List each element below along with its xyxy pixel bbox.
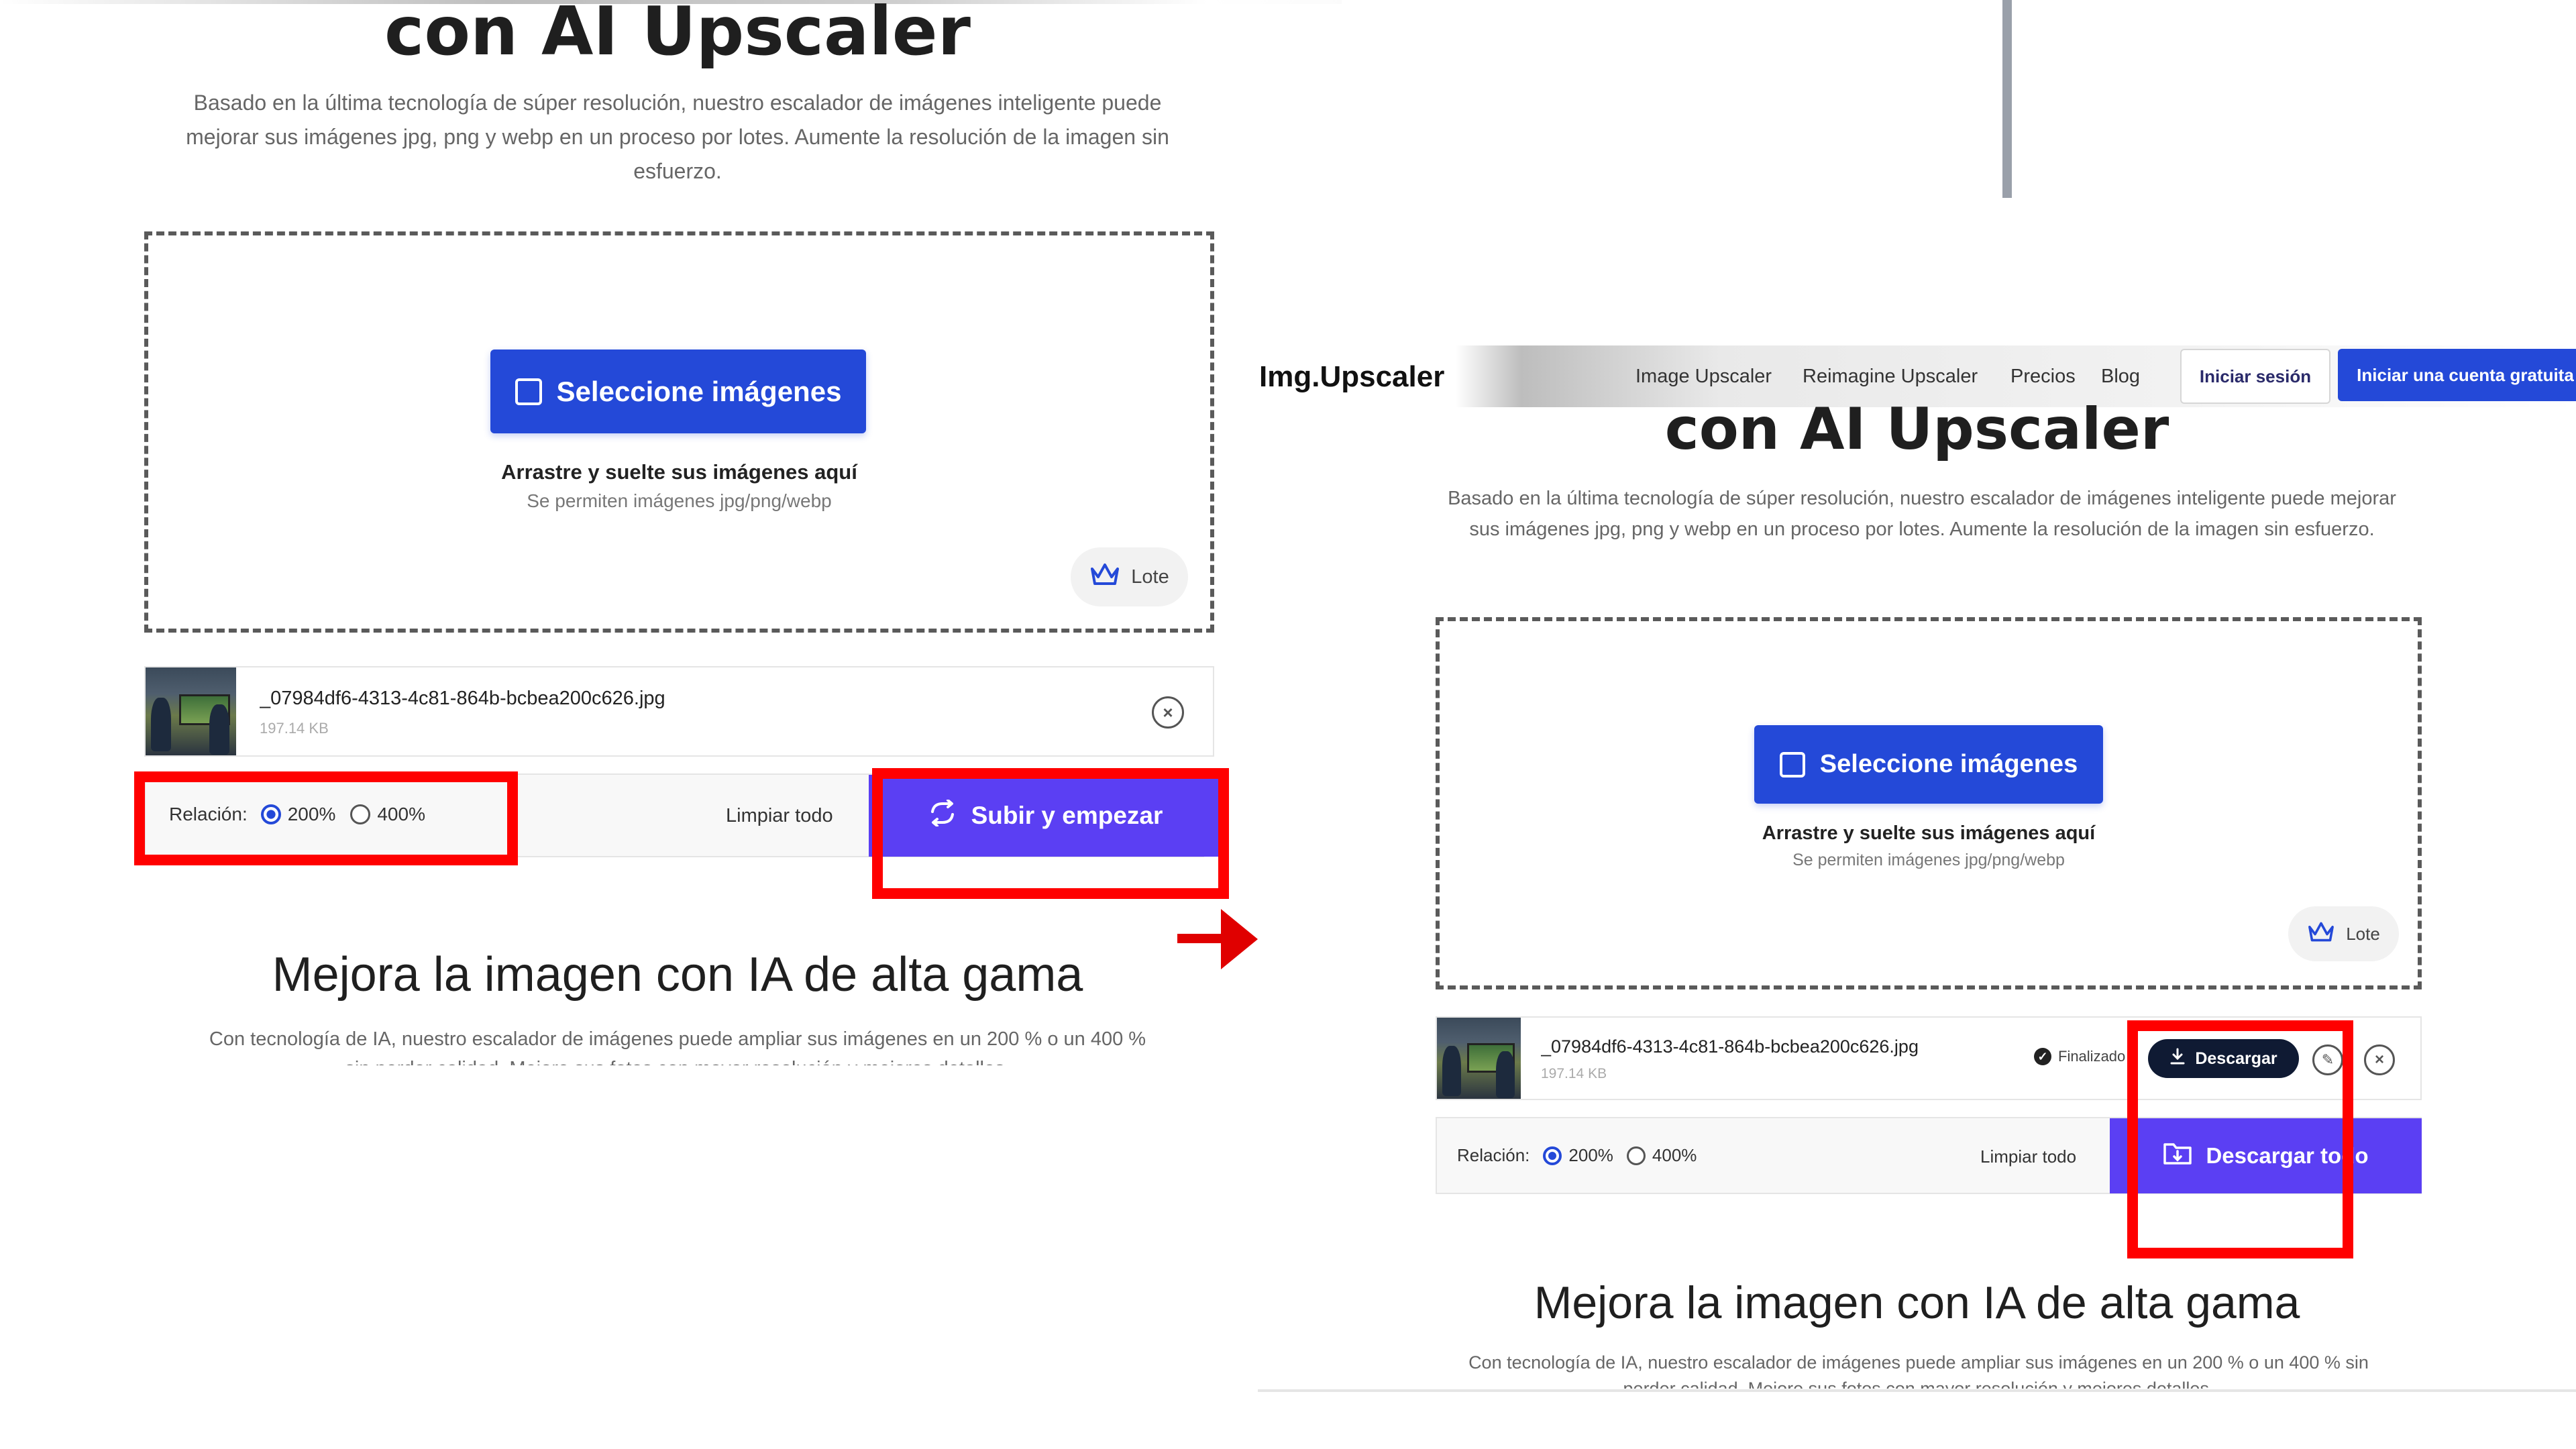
- nav-link-blog[interactable]: Blog: [2101, 366, 2140, 388]
- ratio-400-radio[interactable]: [1626, 1146, 1646, 1165]
- drag-drop-subtitle: Se permiten imágenes jpg/png/webp: [527, 490, 832, 511]
- image-plus-icon: [515, 378, 542, 405]
- signup-button[interactable]: Iniciar una cuenta gratuita: [2338, 349, 2576, 401]
- upload-dropzone[interactable]: Seleccione imágenes Arrastre y suelte su…: [144, 231, 1214, 633]
- ratio-selector: Relación: 200% 400%: [1457, 1145, 1697, 1166]
- section-title: Mejora la imagen con IA de alta gama: [1534, 1277, 2300, 1328]
- after-screenshot: Img.Upscaler Image Upscaler Reimagine Up…: [1258, 345, 2576, 1392]
- file-row: _07984df6-4313-4c81-864b-bcbea200c626.jp…: [144, 666, 1214, 757]
- file-name: _07984df6-4313-4c81-864b-bcbea200c626.jp…: [260, 688, 665, 709]
- drag-drop-title: Arrastre y suelte sus imágenes aquí: [1762, 822, 2096, 844]
- ratio-400-label: 400%: [1652, 1145, 1697, 1165]
- batch-label: Lote: [1131, 566, 1169, 588]
- hero-description: Basado en la última tecnología de súper …: [1448, 488, 2396, 541]
- panel-divider: [2002, 0, 2012, 198]
- clear-all-button[interactable]: Limpiar todo: [726, 805, 833, 827]
- highlight-start-box: [872, 768, 1229, 899]
- remove-file-icon[interactable]: ×: [1152, 696, 1184, 729]
- select-images-button[interactable]: Seleccione imágenes: [1754, 725, 2103, 804]
- crown-icon: [1089, 561, 1120, 593]
- image-plus-icon: [1779, 751, 1805, 777]
- batch-label: Lote: [2346, 923, 2380, 944]
- drag-drop-subtitle: Se permiten imágenes jpg/png/webp: [1792, 851, 2065, 869]
- file-thumbnail: [1437, 1018, 1521, 1099]
- upload-dropzone[interactable]: Seleccione imágenes Arrastre y suelte su…: [1436, 617, 2422, 989]
- remove-file-icon[interactable]: ×: [2364, 1044, 2395, 1075]
- nav-link-reimagine[interactable]: Reimagine Upscaler: [1803, 366, 1978, 388]
- ratio-label: Relación:: [1457, 1145, 1530, 1165]
- hero-title: con AI Upscaler: [1664, 396, 2169, 463]
- batch-button[interactable]: Lote: [2288, 906, 2399, 961]
- select-images-label: Seleccione imágenes: [1819, 750, 2078, 778]
- transition-arrow-icon: [1221, 909, 1258, 969]
- before-screenshot: con AI Upscaler Basado en la última tecn…: [0, 0, 1342, 1073]
- status-label: Finalizado: [2058, 1048, 2126, 1065]
- section-title: Mejora la imagen con IA de alta gama: [272, 948, 1083, 1002]
- drag-drop-title: Arrastre y suelte sus imágenes aquí: [501, 460, 857, 484]
- highlight-ratio-box: [134, 771, 518, 865]
- hero-title: con AI Upscaler: [384, 0, 971, 70]
- file-size: 197.14 KB: [260, 720, 329, 737]
- batch-button[interactable]: Lote: [1071, 547, 1188, 606]
- section-description: Con tecnología de IA, nuestro escalador …: [209, 1028, 1146, 1065]
- site-logo[interactable]: Img.Upscaler: [1259, 360, 1444, 394]
- section-description: Con tecnología de IA, nuestro escalador …: [1468, 1352, 2369, 1389]
- crown-icon: [2307, 920, 2335, 949]
- select-images-button[interactable]: Seleccione imágenes: [490, 350, 866, 433]
- check-icon: ✓: [2034, 1048, 2051, 1065]
- file-thumbnail: [146, 667, 236, 755]
- section-description-wrap: Con tecnología de IA, nuestro escalador …: [201, 1025, 1154, 1065]
- section-description-wrap: Con tecnología de IA, nuestro escalador …: [1459, 1350, 2378, 1389]
- file-size: 197.14 KB: [1541, 1066, 1607, 1081]
- ratio-200-radio[interactable]: [1543, 1146, 1562, 1165]
- hero-description: Basado en la última tecnología de súper …: [186, 91, 1169, 184]
- nav-link-image-upscaler[interactable]: Image Upscaler: [1635, 366, 1772, 388]
- ratio-200-label: 200%: [1568, 1145, 1613, 1165]
- highlight-download-box: [2127, 1020, 2353, 1258]
- clear-all-button[interactable]: Limpiar todo: [1980, 1146, 2076, 1167]
- bottom-divider: [1258, 1389, 2576, 1392]
- select-images-label: Seleccione imágenes: [556, 375, 842, 407]
- nav-link-pricing[interactable]: Precios: [2010, 366, 2076, 388]
- file-name: _07984df6-4313-4c81-864b-bcbea200c626.jp…: [1541, 1036, 1919, 1057]
